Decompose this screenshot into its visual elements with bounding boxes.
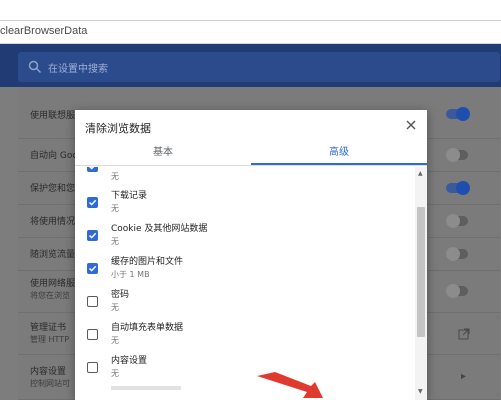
item-title: 密码 bbox=[111, 290, 130, 300]
setting-toggle[interactable] bbox=[446, 181, 470, 195]
settings-search-box[interactable]: 在设置中搜索 bbox=[18, 52, 500, 82]
toggle-knob bbox=[446, 148, 460, 162]
item-subtitle: 无 bbox=[111, 172, 119, 181]
search-icon bbox=[28, 60, 42, 74]
checkbox-checked-icon[interactable] bbox=[87, 263, 98, 274]
list-item[interactable]: 密码 无 bbox=[75, 286, 415, 319]
item-title: Cookie 及其他网站数据 bbox=[111, 224, 208, 234]
list-item[interactable]: 下载记录 无 bbox=[75, 187, 415, 220]
dialog-title: 清除浏览数据 bbox=[85, 122, 151, 135]
list-item[interactable]: 内容设置 无 bbox=[75, 352, 415, 385]
search-placeholder: 在设置中搜索 bbox=[48, 64, 108, 75]
scroll-up-icon[interactable]: ▲ bbox=[418, 171, 423, 177]
item-subtitle: 无 bbox=[111, 303, 119, 312]
data-type-list: 无 下载记录 无 Cookie 及其他网站数据 无 缓存的图片和文件 小于 1 … bbox=[75, 167, 427, 400]
external-link-icon[interactable] bbox=[458, 328, 470, 340]
item-subtitle: 无 bbox=[111, 336, 119, 345]
browser-top-strip bbox=[0, 0, 501, 20]
setting-title: 将使用情况 bbox=[30, 217, 76, 227]
item-subtitle: 无 bbox=[111, 237, 119, 246]
tab-basic[interactable]: 基本 bbox=[75, 142, 251, 166]
item-title: 自动填充表单数据 bbox=[111, 323, 184, 333]
toggle-knob bbox=[446, 284, 460, 298]
setting-title: 内容设置 bbox=[30, 367, 67, 377]
list-item[interactable]: 无 bbox=[75, 167, 415, 188]
setting-toggle[interactable] bbox=[446, 284, 468, 298]
partial-next-item bbox=[111, 386, 181, 390]
toggle-knob bbox=[456, 181, 470, 195]
toggle-knob bbox=[456, 107, 470, 121]
setting-subtitle: 控制网站可 bbox=[30, 379, 70, 388]
setting-title: 使用网络服 bbox=[30, 279, 76, 289]
setting-title: 使用联想服 bbox=[30, 111, 76, 121]
chevron-right-icon[interactable]: ▸ bbox=[461, 371, 466, 382]
setting-title: 保护您和您 bbox=[30, 184, 76, 194]
item-title: 下载记录 bbox=[111, 191, 148, 201]
red-arrow-icon bbox=[257, 372, 323, 398]
dialog-scrollbar[interactable]: ▲ ▼ bbox=[415, 167, 427, 400]
scroll-down-icon[interactable]: ▼ bbox=[418, 389, 423, 395]
item-subtitle: 无 bbox=[111, 369, 119, 378]
screen: clearBrowserData 在设置中搜索 使用联想服 自动向 Goo 保护… bbox=[0, 0, 501, 400]
item-title: 内容设置 bbox=[111, 356, 148, 366]
setting-title: 管理证书 bbox=[30, 323, 67, 333]
list-item[interactable]: Cookie 及其他网站数据 无 bbox=[75, 220, 415, 253]
checkbox[interactable] bbox=[87, 329, 98, 340]
setting-toggle[interactable] bbox=[446, 107, 470, 121]
setting-toggle[interactable] bbox=[446, 148, 468, 162]
checkbox-checked-icon[interactable] bbox=[87, 197, 98, 208]
setting-toggle[interactable] bbox=[446, 214, 468, 228]
checkbox-checked-icon[interactable] bbox=[87, 167, 98, 172]
setting-subtitle: 管理 HTTP bbox=[30, 335, 70, 344]
checkbox[interactable] bbox=[87, 296, 98, 307]
address-bar[interactable]: clearBrowserData bbox=[0, 20, 501, 44]
item-subtitle: 小于 1 MB bbox=[111, 270, 150, 279]
list-item[interactable]: 自动填充表单数据 无 bbox=[75, 319, 415, 352]
checkbox-checked-icon[interactable] bbox=[87, 230, 98, 241]
active-tab-indicator bbox=[251, 163, 427, 165]
setting-title: 随浏览流量 bbox=[30, 250, 76, 260]
checkbox[interactable] bbox=[87, 362, 98, 373]
item-subtitle: 无 bbox=[111, 204, 119, 213]
item-title: 缓存的图片和文件 bbox=[111, 257, 184, 267]
setting-toggle[interactable] bbox=[446, 247, 468, 261]
setting-subtitle: 将您在浏览 bbox=[30, 291, 70, 300]
address-text[interactable]: clearBrowserData bbox=[0, 25, 87, 37]
scroll-thumb[interactable] bbox=[417, 207, 425, 337]
toggle-knob bbox=[446, 247, 460, 261]
list-item[interactable]: 缓存的图片和文件 小于 1 MB bbox=[75, 253, 415, 286]
setting-title: 自动向 Goo bbox=[30, 151, 78, 161]
toggle-knob bbox=[446, 214, 460, 228]
dialog-tabs: 基本 高级 bbox=[75, 142, 427, 166]
clear-browsing-data-dialog: 清除浏览数据 基本 高级 无 下载记录 无 Cookie 及其他网站数据 无 缓… bbox=[75, 110, 427, 400]
close-icon[interactable] bbox=[402, 116, 420, 134]
